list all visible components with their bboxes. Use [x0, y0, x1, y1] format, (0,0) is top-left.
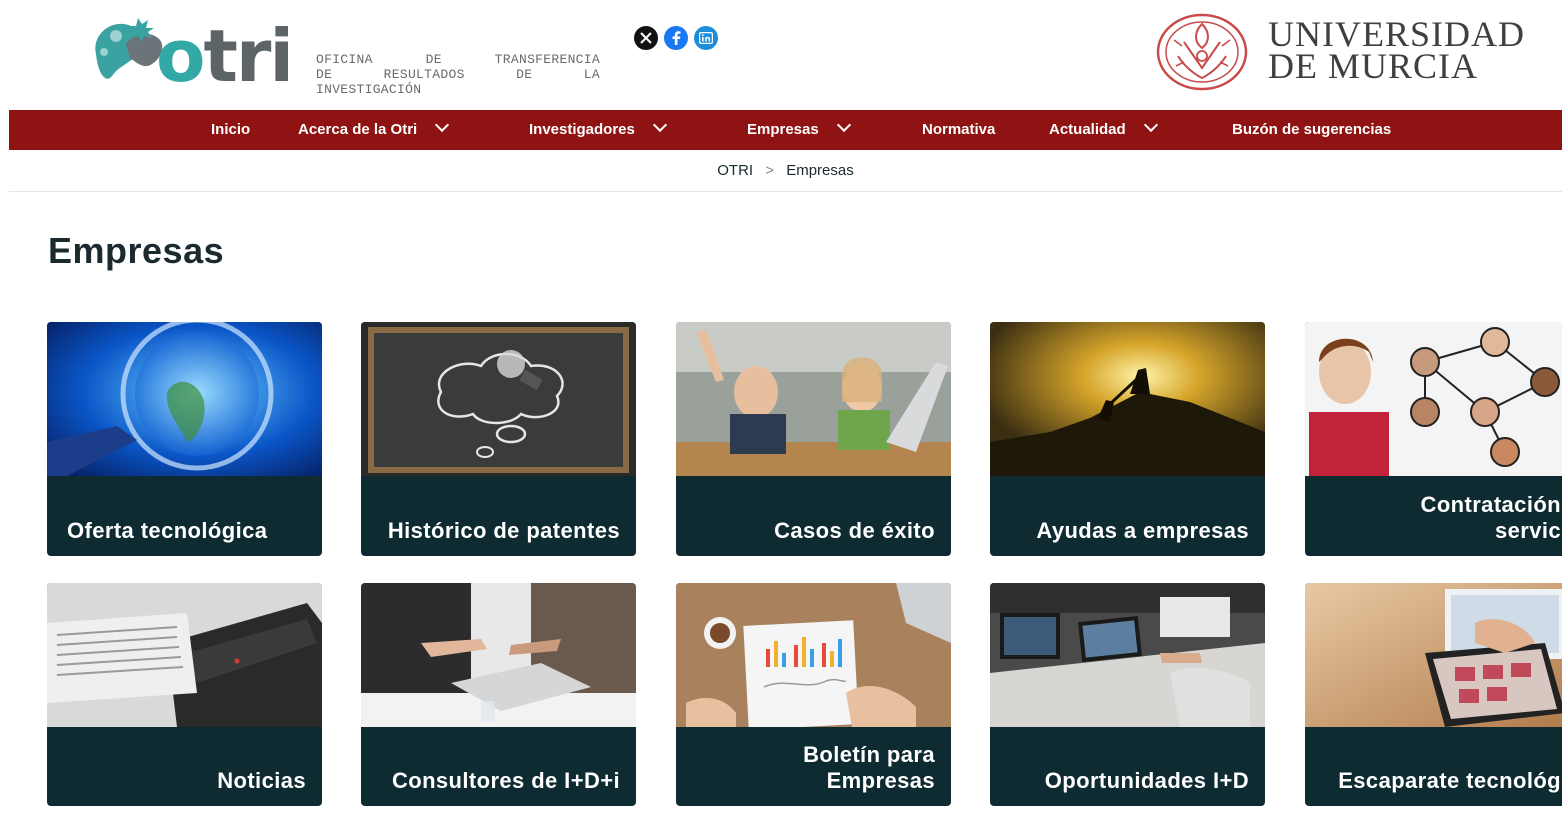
tablet-shopping-photo	[1305, 583, 1562, 727]
linkedin-icon[interactable]	[694, 26, 718, 50]
card-label: Histórico de patentes	[387, 518, 620, 543]
nav-item-investigadores[interactable]: Investigadores	[529, 110, 667, 150]
card-label: Oferta tecnológica	[67, 518, 268, 543]
breadcrumb-separator: >	[765, 162, 775, 179]
card-casos-de-exito[interactable]: Casos de éxito	[676, 322, 951, 556]
nav-label: Empresas	[747, 121, 819, 138]
nav-label: Inicio	[211, 121, 251, 138]
lightbulb-chalkboard-photo	[361, 322, 636, 476]
x-icon[interactable]	[634, 26, 658, 50]
nav-item-actualidad[interactable]: Actualidad	[1049, 110, 1158, 150]
card-label: Noticias	[217, 768, 306, 793]
chevron-down-icon	[1143, 117, 1158, 133]
chart-paper-desk-photo	[676, 583, 951, 727]
otri-wordmark: otri	[156, 14, 294, 98]
card-oferta-tecnologica[interactable]: Oferta tecnológica	[47, 322, 322, 556]
otri-logo-subtitle: OFICINA DE TRANSFERENCIA DE RESULTADOS D…	[316, 52, 600, 97]
nav-item-normativa[interactable]: Normativa	[922, 110, 995, 150]
nav-label: Normativa	[922, 121, 996, 138]
children-celebrating-photo	[676, 322, 951, 476]
nav-label: Acerca de la Otri	[298, 121, 418, 138]
social-links	[634, 26, 718, 50]
card-escaparate-tecnologico[interactable]: Escaparate tecnológico	[1305, 583, 1562, 806]
card-consultores-de-idi[interactable]: Consultores de I+D+i	[361, 583, 636, 806]
chevron-down-icon	[652, 117, 667, 133]
card-noticias[interactable]: Noticias	[47, 583, 322, 806]
card-historico-de-patentes[interactable]: Histórico de patentes	[361, 322, 636, 556]
network-people-photo	[1305, 322, 1562, 476]
page-title: Empresas	[48, 230, 225, 271]
breadcrumb-link-otri[interactable]: OTRI	[717, 162, 753, 179]
nav-label: Buzón de sugerencias	[1232, 121, 1392, 138]
card-boletin-para-empresas[interactable]: Boletín para Empresas	[676, 583, 951, 806]
card-label: Oportunidades I+D	[1044, 768, 1249, 793]
climbers-sunset-photo	[990, 322, 1265, 476]
nav-item-inicio[interactable]: Inicio	[211, 110, 250, 150]
card-contratacion-de-servicios[interactable]: Contratación de servicios	[1305, 322, 1562, 556]
breadcrumb: OTRI > Empresas	[9, 150, 1562, 192]
card-label: Casos de éxito	[774, 518, 935, 543]
card-label: Ayudas a empresas	[1036, 518, 1249, 543]
breadcrumb-current: Empresas	[786, 162, 854, 179]
university-seal-icon	[1156, 13, 1248, 91]
nav-label: Investigadores	[529, 121, 635, 138]
otri-logo[interactable]: otri OFICINA DE TRANSFERENCIA DE RESULTA…	[86, 8, 606, 100]
universidad-murcia-logo[interactable]: UNIVERSIDAD DE MURCIA	[1154, 12, 1554, 96]
chevron-down-icon	[836, 117, 851, 133]
card-ayudas-a-empresas[interactable]: Ayudas a empresas	[990, 322, 1265, 556]
card-label: Escaparate tecnológico	[1338, 768, 1562, 793]
card-label: Contratación de servicios	[1420, 492, 1562, 543]
card-oportunidades-id[interactable]: Oportunidades I+D	[990, 583, 1265, 806]
nav-item-buzon-de-sugerencias[interactable]: Buzón de sugerencias	[1232, 110, 1391, 150]
business-meeting-photo	[361, 583, 636, 727]
university-name: UNIVERSIDAD DE MURCIA	[1268, 14, 1525, 86]
newspaper-laptop-photo	[47, 583, 322, 727]
card-label: Boletín para Empresas	[803, 742, 935, 793]
site-header: otri OFICINA DE TRANSFERENCIA DE RESULTA…	[0, 0, 1562, 110]
chevron-down-icon	[435, 117, 450, 133]
office-laptops-photo	[990, 583, 1265, 727]
nav-item-empresas[interactable]: Empresas	[747, 110, 851, 150]
globe-magnifier-photo	[47, 322, 322, 476]
nav-label: Actualidad	[1049, 121, 1126, 138]
main-navigation: Inicio Acerca de la Otri Investigadores …	[9, 110, 1562, 150]
nav-item-acerca-de-la-otri[interactable]: Acerca de la Otri	[298, 110, 450, 150]
facebook-icon[interactable]	[664, 26, 688, 50]
card-label: Consultores de I+D+i	[391, 768, 620, 793]
